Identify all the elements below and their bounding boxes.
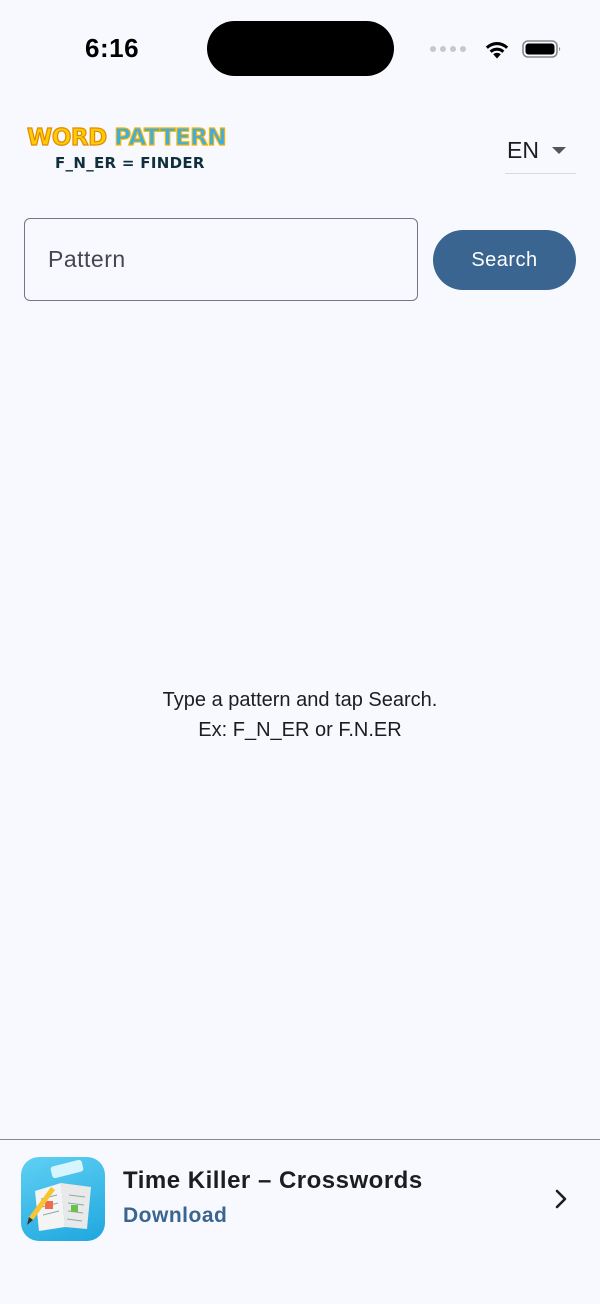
app-icon — [21, 1157, 105, 1241]
wifi-icon — [485, 42, 509, 59]
logo-pattern: PATTERN — [114, 124, 228, 151]
empty-state-hint: Type a pattern and tap Search. Ex: F_N_E… — [0, 685, 600, 745]
cellular-signal-icon — [430, 46, 466, 52]
hint-line-2: Ex: F_N_ER or F.N.ER — [198, 719, 402, 741]
app-screen: 6:16 WORD PATTERN F_N_ER = FINDER EN Sea… — [0, 0, 600, 1304]
pattern-input[interactable] — [24, 218, 418, 301]
chevron-right-icon[interactable] — [552, 1188, 570, 1210]
battery-icon — [522, 40, 561, 58]
status-icons — [430, 36, 562, 62]
logo-subtitle: F_N_ER = FINDER — [55, 154, 205, 172]
logo-title: WORD PATTERN — [26, 124, 228, 152]
download-link[interactable]: Download — [123, 1204, 227, 1228]
language-label: EN — [507, 137, 539, 163]
promo-banner[interactable]: Time Killer – Crosswords Download — [0, 1139, 600, 1304]
app-logo: WORD PATTERN F_N_ER = FINDER — [26, 124, 228, 176]
search-button[interactable]: Search — [433, 230, 576, 290]
language-dropdown[interactable]: EN — [505, 133, 576, 174]
banner-title: Time Killer – Crosswords — [123, 1167, 423, 1194]
hint-line-1: Type a pattern and tap Search. — [162, 689, 438, 711]
status-time: 6:16 — [85, 33, 140, 63]
dynamic-island — [207, 21, 394, 76]
logo-word: WORD — [26, 124, 107, 151]
caret-down-icon — [552, 147, 566, 154]
